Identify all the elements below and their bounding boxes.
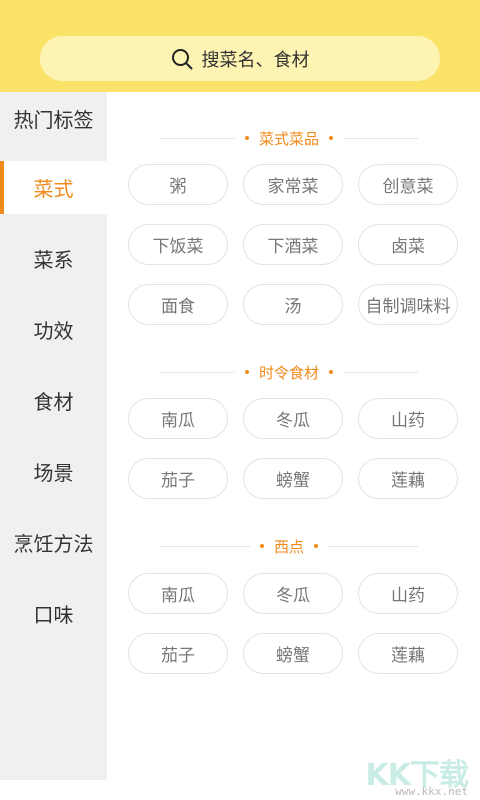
divider [160, 545, 250, 547]
tag-chip[interactable]: 茄子 [128, 458, 228, 499]
tag-chip[interactable]: 汤 [243, 284, 343, 325]
sidebar-item-scene[interactable]: 场景 [0, 445, 107, 498]
tag-chip[interactable]: 南瓜 [128, 573, 228, 614]
sidebar-item-taste[interactable]: 口味 [0, 587, 107, 640]
active-indicator [0, 161, 4, 214]
tag-chip[interactable]: 粥 [128, 164, 228, 205]
search-placeholder: 搜菜名、食材 [201, 49, 310, 71]
divider [160, 137, 235, 139]
divider [328, 545, 419, 547]
sidebar-item-label: 场景 [33, 461, 74, 485]
dot-icon [329, 136, 334, 140]
category-sidebar: 热门标签 菜式 菜系 功效 食材 场景 烹饪方法 口味 [0, 92, 107, 780]
section-title-pastry: 西点 [160, 534, 419, 558]
tag-chip[interactable]: 冬瓜 [243, 573, 343, 614]
sidebar-item-label: 菜式 [33, 177, 74, 201]
divider [343, 371, 419, 373]
section-label: 西点 [274, 537, 305, 556]
tag-chip[interactable]: 螃蟹 [243, 458, 343, 499]
section-title-dishes: 菜式菜品 [160, 126, 419, 150]
dot-icon [245, 370, 249, 374]
watermark-logo: KK下载 www.kkx.net [352, 750, 472, 798]
tag-chip[interactable]: 山药 [358, 398, 458, 439]
tag-chip[interactable]: 卤菜 [358, 224, 458, 265]
section-title-seasonal: 时令食材 [160, 360, 419, 384]
tag-chip[interactable]: 莲藕 [358, 458, 458, 499]
watermark-url: www.kkx.net [395, 785, 468, 798]
tag-chip[interactable]: 冬瓜 [243, 398, 343, 439]
sidebar-item-effect[interactable]: 功效 [0, 303, 107, 356]
sidebar-item-cuisine[interactable]: 菜系 [0, 232, 107, 285]
dot-icon [314, 544, 319, 548]
sidebar-item-label: 热门标签 [13, 108, 94, 132]
tag-chip[interactable]: 下饭菜 [128, 224, 228, 265]
tag-chip[interactable]: 下酒菜 [243, 224, 343, 265]
tag-chip[interactable]: 家常菜 [243, 164, 343, 205]
sidebar-item-label: 食材 [33, 390, 74, 414]
sidebar-item-label: 菜系 [33, 248, 74, 272]
section-label: 菜式菜品 [259, 129, 320, 148]
tag-chip[interactable]: 创意菜 [358, 164, 458, 205]
divider [343, 137, 419, 139]
sidebar-item-cooking-method[interactable]: 烹饪方法 [0, 516, 107, 569]
dot-icon [260, 544, 264, 548]
tag-chip[interactable]: 莲藕 [358, 633, 458, 674]
search-icon [171, 48, 192, 69]
section-label: 时令食材 [259, 363, 320, 382]
tag-chip[interactable]: 面食 [128, 284, 228, 325]
divider [160, 371, 235, 373]
sidebar-item-hot-tags[interactable]: 热门标签 [0, 92, 107, 145]
tag-chip[interactable]: 螃蟹 [243, 633, 343, 674]
header-bar: 搜菜名、食材 [0, 0, 480, 92]
tag-chip[interactable]: 山药 [358, 573, 458, 614]
sidebar-item-dish-style[interactable]: 菜式 [0, 161, 107, 214]
sidebar-item-label: 烹饪方法 [13, 532, 94, 556]
tag-chip[interactable]: 茄子 [128, 633, 228, 674]
sidebar-item-label: 功效 [33, 319, 74, 343]
sidebar-item-ingredients[interactable]: 食材 [0, 374, 107, 427]
dot-icon [245, 136, 249, 140]
search-bar[interactable]: 搜菜名、食材 [40, 36, 440, 81]
dot-icon [329, 370, 334, 374]
tag-chip[interactable]: 自制调味料 [358, 284, 458, 325]
tag-chip[interactable]: 南瓜 [128, 398, 228, 439]
sidebar-item-label: 口味 [33, 603, 74, 627]
